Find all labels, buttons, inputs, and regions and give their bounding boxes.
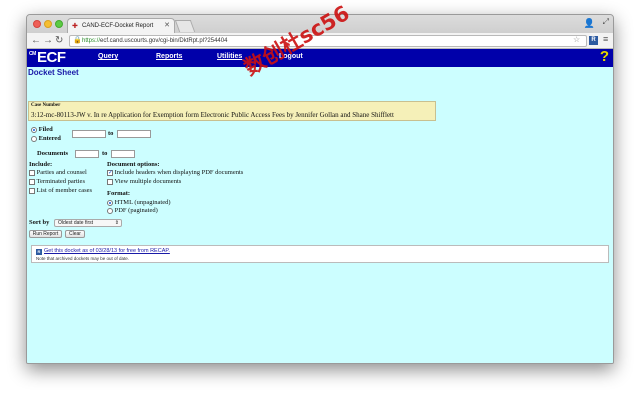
include-headers-checkbox[interactable] [107, 169, 113, 176]
user-profile-icon[interactable]: 👤 [584, 18, 595, 29]
include-member-cases[interactable]: List of member cases [29, 187, 92, 194]
include-terminated-label: Terminated parties [36, 178, 85, 185]
menu-icon[interactable]: ≡ [603, 34, 608, 44]
format-html-label: HTML (unpaginated) [114, 199, 171, 206]
url-scheme: https:// [82, 38, 101, 44]
option-include-headers[interactable]: Include headers when displaying PDF docu… [107, 169, 243, 176]
filed-radio[interactable] [31, 126, 37, 133]
parties-checkbox[interactable] [29, 169, 35, 176]
new-tab-button[interactable] [174, 20, 196, 32]
reload-icon[interactable]: ↻ [55, 34, 63, 48]
include-heading: Include: [29, 161, 53, 168]
filed-label: Filed [38, 126, 53, 133]
back-arrow-icon[interactable]: ← [31, 34, 41, 48]
entered-option[interactable]: Entered [31, 135, 61, 142]
sort-by-label: Sort by [29, 219, 50, 226]
forward-arrow-icon[interactable]: → [43, 34, 53, 48]
member-cases-checkbox[interactable] [29, 187, 35, 194]
nav-reports[interactable]: Reports [156, 53, 182, 60]
minimize-window-button[interactable] [44, 20, 52, 28]
documents-label: Documents [37, 150, 69, 157]
recap-extension-icon[interactable]: R [589, 36, 598, 45]
documents-to-input[interactable] [111, 150, 135, 158]
documents-to-label: to [102, 150, 108, 157]
include-parties[interactable]: Parties and counsel [29, 169, 87, 176]
recap-notice: R Get this docket as of 03/28/13 for fre… [31, 245, 609, 263]
sort-select[interactable]: Oldest date first ⇕ [54, 219, 122, 227]
date-from-input[interactable] [72, 130, 106, 138]
case-title: 3:12-mc-80113-JW v. In re Application fo… [31, 111, 394, 119]
date-to-label: to [108, 130, 114, 137]
option-multiple-docs-label: View multiple documents [114, 178, 182, 185]
browser-tab[interactable]: ✚ CAND-ECF-Docket Report ✕ [67, 18, 175, 33]
fullscreen-icon[interactable]: ⤢ [603, 17, 609, 27]
zoom-window-button[interactable] [55, 20, 63, 28]
format-heading: Format: [107, 190, 131, 197]
filed-option[interactable]: Filed [31, 126, 53, 133]
ecf-nav-bar: CM ECF Query Reports Utilities Logout ? [27, 48, 613, 67]
option-include-headers-label: Include headers when displaying PDF docu… [114, 169, 244, 176]
court-favicon-icon: ✚ [72, 23, 78, 30]
lock-icon: 🔒 [73, 37, 82, 44]
case-number-box: Case Number 3:12-mc-80113-JW v. In re Ap… [28, 101, 436, 121]
recap-icon: R [36, 249, 42, 255]
sort-select-value: Oldest date first [58, 220, 94, 226]
documents-from-input[interactable] [75, 150, 99, 158]
format-pdf-label: PDF (paginated) [114, 207, 158, 214]
clear-button[interactable]: Clear [65, 230, 85, 238]
format-html-radio[interactable] [107, 199, 113, 206]
ecf-logo[interactable]: CM ECF [29, 49, 66, 66]
run-report-button[interactable]: Run Report [29, 230, 62, 238]
logo-prefix: CM [29, 51, 36, 57]
tab-close-icon[interactable]: ✕ [164, 19, 170, 33]
case-number-label: Case Number [31, 103, 61, 108]
document-options-heading: Document options: [107, 161, 160, 168]
date-to-input[interactable] [117, 130, 151, 138]
include-member-cases-label: List of member cases [36, 187, 93, 194]
recap-note: Note that archived dockets may be out of… [36, 256, 130, 261]
terminated-checkbox[interactable] [29, 178, 35, 185]
multiple-docs-checkbox[interactable] [107, 178, 113, 185]
page-title: Docket Sheet [28, 68, 79, 77]
include-terminated[interactable]: Terminated parties [29, 178, 85, 185]
bookmark-star-icon[interactable]: ☆ [573, 35, 580, 44]
entered-radio[interactable] [31, 135, 37, 142]
entered-label: Entered [38, 135, 61, 142]
option-multiple-docs[interactable]: View multiple documents [107, 178, 181, 185]
nav-query[interactable]: Query [98, 53, 118, 60]
page-content: CM ECF Query Reports Utilities Logout ? … [27, 48, 613, 363]
format-pdf-radio[interactable] [107, 207, 113, 214]
recap-link[interactable]: Get this docket as of 03/28/13 for free … [44, 248, 170, 254]
help-question-icon: ? [599, 48, 609, 65]
format-html-option[interactable]: HTML (unpaginated) [107, 199, 171, 206]
format-pdf-option[interactable]: PDF (paginated) [107, 207, 158, 214]
select-arrows-icon: ⇕ [114, 220, 119, 226]
close-window-button[interactable] [33, 20, 41, 28]
help-button[interactable]: ? [593, 48, 611, 67]
include-parties-label: Parties and counsel [36, 169, 87, 176]
browser-window: ✚ CAND-ECF-Docket Report ✕ 👤 ⤢ ← → ↻ 🔒 h… [26, 14, 614, 364]
url-text: ecf.cand.uscourts.gov/cgi-bin/DktRpt.pl?… [100, 38, 228, 44]
tab-title: CAND-ECF-Docket Report [82, 23, 154, 29]
